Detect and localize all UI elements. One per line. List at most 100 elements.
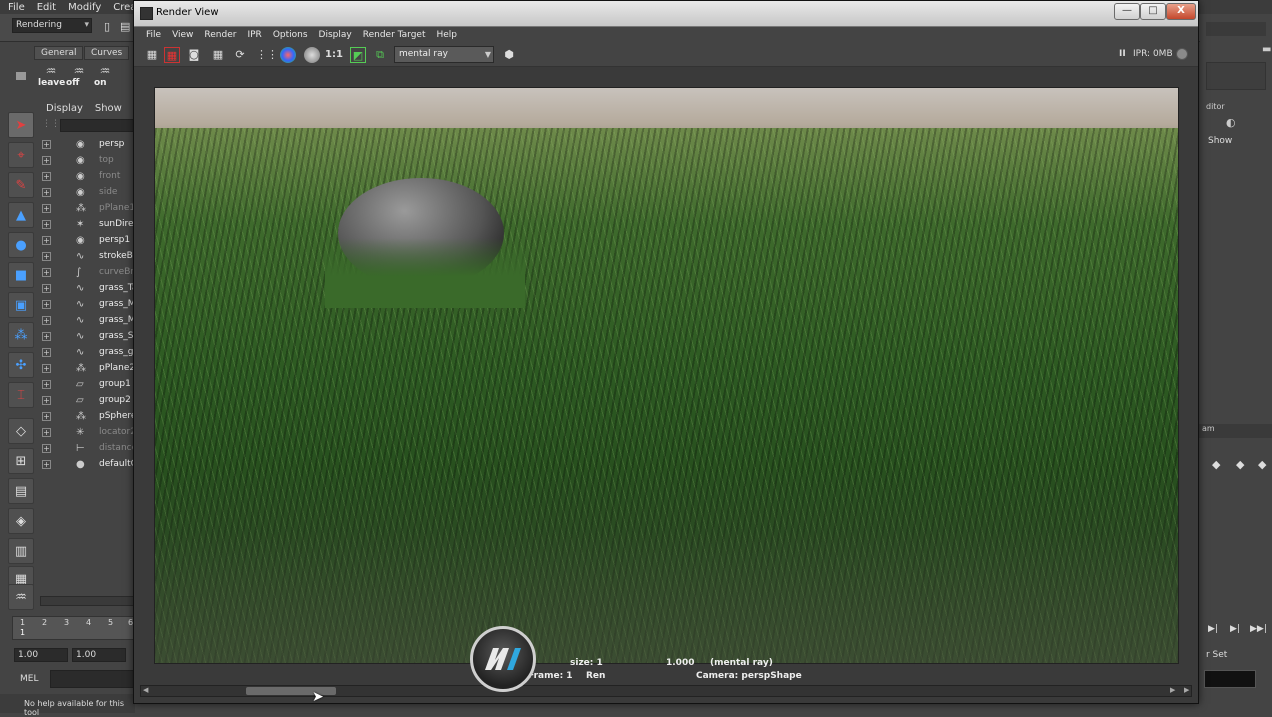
expand-icon[interactable]: + xyxy=(42,331,51,341)
outliner-item[interactable]: + ◉ persp xyxy=(40,136,135,152)
outliner-item[interactable]: + ∿ grass_Me xyxy=(40,312,135,328)
outliner-item[interactable]: + ● defaultO xyxy=(40,456,135,472)
next-key-icon[interactable]: ▶| xyxy=(1230,624,1240,634)
outliner-item[interactable]: + ✳ locator2 xyxy=(40,424,135,440)
menu-edit[interactable]: Edit xyxy=(37,2,56,13)
graph-layout-icon[interactable]: ◈ xyxy=(8,508,34,534)
outliner-layout-icon[interactable]: ▤ xyxy=(8,478,34,504)
expand-icon[interactable]: + xyxy=(42,347,51,357)
render-settings-icon[interactable]: ⋮⋮ xyxy=(256,47,278,63)
manipulator-icon[interactable]: ▣ xyxy=(8,292,34,318)
move-tool-icon[interactable]: ▲ xyxy=(8,202,34,228)
title-bar[interactable]: Render View — □ X xyxy=(134,1,1198,27)
renderer-dropdown[interactable]: mental ray ▼ xyxy=(394,46,494,63)
expand-icon[interactable]: + xyxy=(42,427,51,437)
layer-icon[interactable]: ◆ xyxy=(1236,458,1244,471)
expand-icon[interactable]: + xyxy=(42,187,51,197)
outliner-scrollbar[interactable] xyxy=(40,596,135,606)
go-to-end-icon[interactable]: ▶▶| xyxy=(1250,624,1267,634)
expand-icon[interactable]: + xyxy=(42,283,51,293)
outliner-item[interactable]: + ⁂ pPlane1 xyxy=(40,200,135,216)
expand-icon[interactable]: + xyxy=(42,251,51,261)
outliner-menu-show[interactable]: Show xyxy=(95,103,122,114)
minimize-button[interactable]: — xyxy=(1114,3,1140,20)
outliner-item[interactable]: + ∫ curveBru xyxy=(40,264,135,280)
show-manipulator-icon[interactable]: ✣ xyxy=(8,352,34,378)
refresh-icon[interactable]: ⟳ xyxy=(232,47,248,63)
outliner-item[interactable]: + ✶ sunDirect xyxy=(40,216,135,232)
time-slider[interactable] xyxy=(12,616,135,640)
rv-menu-help[interactable]: Help xyxy=(436,30,457,40)
four-view-icon[interactable]: ⊞ xyxy=(8,448,34,474)
rotate-tool-icon[interactable]: ● xyxy=(8,232,34,258)
outliner-item[interactable]: + ∿ grass_Sl xyxy=(40,328,135,344)
step-forward-icon[interactable]: ▶| xyxy=(1208,624,1218,634)
remove-image-icon[interactable]: ⧉ xyxy=(372,47,388,63)
outliner-search-input[interactable] xyxy=(60,119,135,132)
render-image[interactable] xyxy=(154,87,1179,664)
expand-icon[interactable]: + xyxy=(42,155,51,165)
outliner-item[interactable]: + ⊢ distance xyxy=(40,440,135,456)
snapshot-icon[interactable]: ◙ xyxy=(186,47,202,63)
menu-modify[interactable]: Modify xyxy=(68,2,101,13)
maximize-button[interactable]: □ xyxy=(1140,3,1166,20)
shelf-tab-general[interactable]: General xyxy=(34,46,84,60)
shelf-tab-curves[interactable]: Curves xyxy=(84,46,130,60)
soft-mod-icon[interactable]: ⁂ xyxy=(8,322,34,348)
outliner-item[interactable]: + ◉ top xyxy=(40,152,135,168)
paint-effects-layout-icon[interactable]: ♒ xyxy=(8,584,34,610)
outliner-item[interactable]: + ⁂ pSphere xyxy=(40,408,135,424)
ratio-button[interactable]: 1:1 xyxy=(325,47,343,63)
rv-menu-render-target[interactable]: Render Target xyxy=(363,30,426,40)
outliner-item[interactable]: + ∿ grass_Mi xyxy=(40,296,135,312)
outliner-item[interactable]: + ▱ group2 xyxy=(40,392,135,408)
expand-icon[interactable]: + xyxy=(42,411,51,421)
show-menu[interactable]: Show xyxy=(1208,136,1232,146)
outliner-item[interactable]: + ◉ persp1 xyxy=(40,232,135,248)
expand-icon[interactable]: + xyxy=(42,219,51,229)
rv-menu-view[interactable]: View xyxy=(172,30,193,40)
expand-icon[interactable]: + xyxy=(42,379,51,389)
menu-set-dropdown[interactable]: Rendering xyxy=(12,18,92,33)
expand-icon[interactable]: + xyxy=(42,363,51,373)
outliner-item[interactable]: + ∿ grass_Ta xyxy=(40,280,135,296)
sphere-icon[interactable]: ◐ xyxy=(1226,116,1236,129)
paint-select-icon[interactable]: ✎ xyxy=(8,172,34,198)
last-tool-icon[interactable]: ⌶ xyxy=(8,382,34,408)
rv-menu-display[interactable]: Display xyxy=(319,30,352,40)
expand-icon[interactable]: + xyxy=(42,459,51,469)
render-diagnostics-icon[interactable]: ⬢ xyxy=(501,47,517,63)
outliner-item[interactable]: + ∿ strokeBr xyxy=(40,248,135,264)
filter-icon[interactable]: ⋮⋮ xyxy=(42,119,60,129)
rgb-channels-icon[interactable] xyxy=(280,47,296,63)
menu-icon[interactable]: ▬ xyxy=(1262,44,1271,55)
shelf-menu-icon[interactable] xyxy=(14,48,28,88)
open-scene-icon[interactable]: ▤ xyxy=(120,20,130,33)
rv-menu-ipr[interactable]: IPR xyxy=(247,30,261,40)
outliner-item[interactable]: + ▱ group1 xyxy=(40,376,135,392)
expand-icon[interactable]: + xyxy=(42,171,51,181)
script-editor-field[interactable] xyxy=(1204,670,1256,688)
expand-icon[interactable]: + xyxy=(42,235,51,245)
range-start-field[interactable]: 1.00 xyxy=(14,648,68,662)
outliner-item[interactable]: + ◉ side xyxy=(40,184,135,200)
single-view-icon[interactable]: ◇ xyxy=(8,418,34,444)
redo-render-icon[interactable]: ▦ xyxy=(144,47,160,63)
new-scene-icon[interactable]: ▯ xyxy=(104,20,110,33)
render-region-icon[interactable]: ▦ xyxy=(210,47,226,63)
scroll-right-icon[interactable]: ▶ xyxy=(1184,686,1189,694)
expand-icon[interactable]: + xyxy=(42,395,51,405)
expand-icon[interactable]: + xyxy=(42,443,51,453)
outliner-menu-display[interactable]: Display xyxy=(46,103,83,114)
keep-image-icon[interactable]: ◩ xyxy=(350,47,366,63)
expand-icon[interactable]: + xyxy=(42,139,51,149)
lasso-tool-icon[interactable]: ⌖ xyxy=(8,142,34,168)
outliner-item[interactable]: + ◉ front xyxy=(40,168,135,184)
scale-tool-icon[interactable]: ■ xyxy=(8,262,34,288)
outliner-item[interactable]: + ⁂ pPlane2 xyxy=(40,360,135,376)
layer-icon[interactable]: ◆ xyxy=(1212,458,1220,471)
layer-icon[interactable]: ◆ xyxy=(1258,458,1266,471)
expand-icon[interactable]: + xyxy=(42,203,51,213)
scroll-right-icon[interactable]: ▶ xyxy=(1170,686,1175,694)
alpha-channel-icon[interactable] xyxy=(304,47,320,63)
